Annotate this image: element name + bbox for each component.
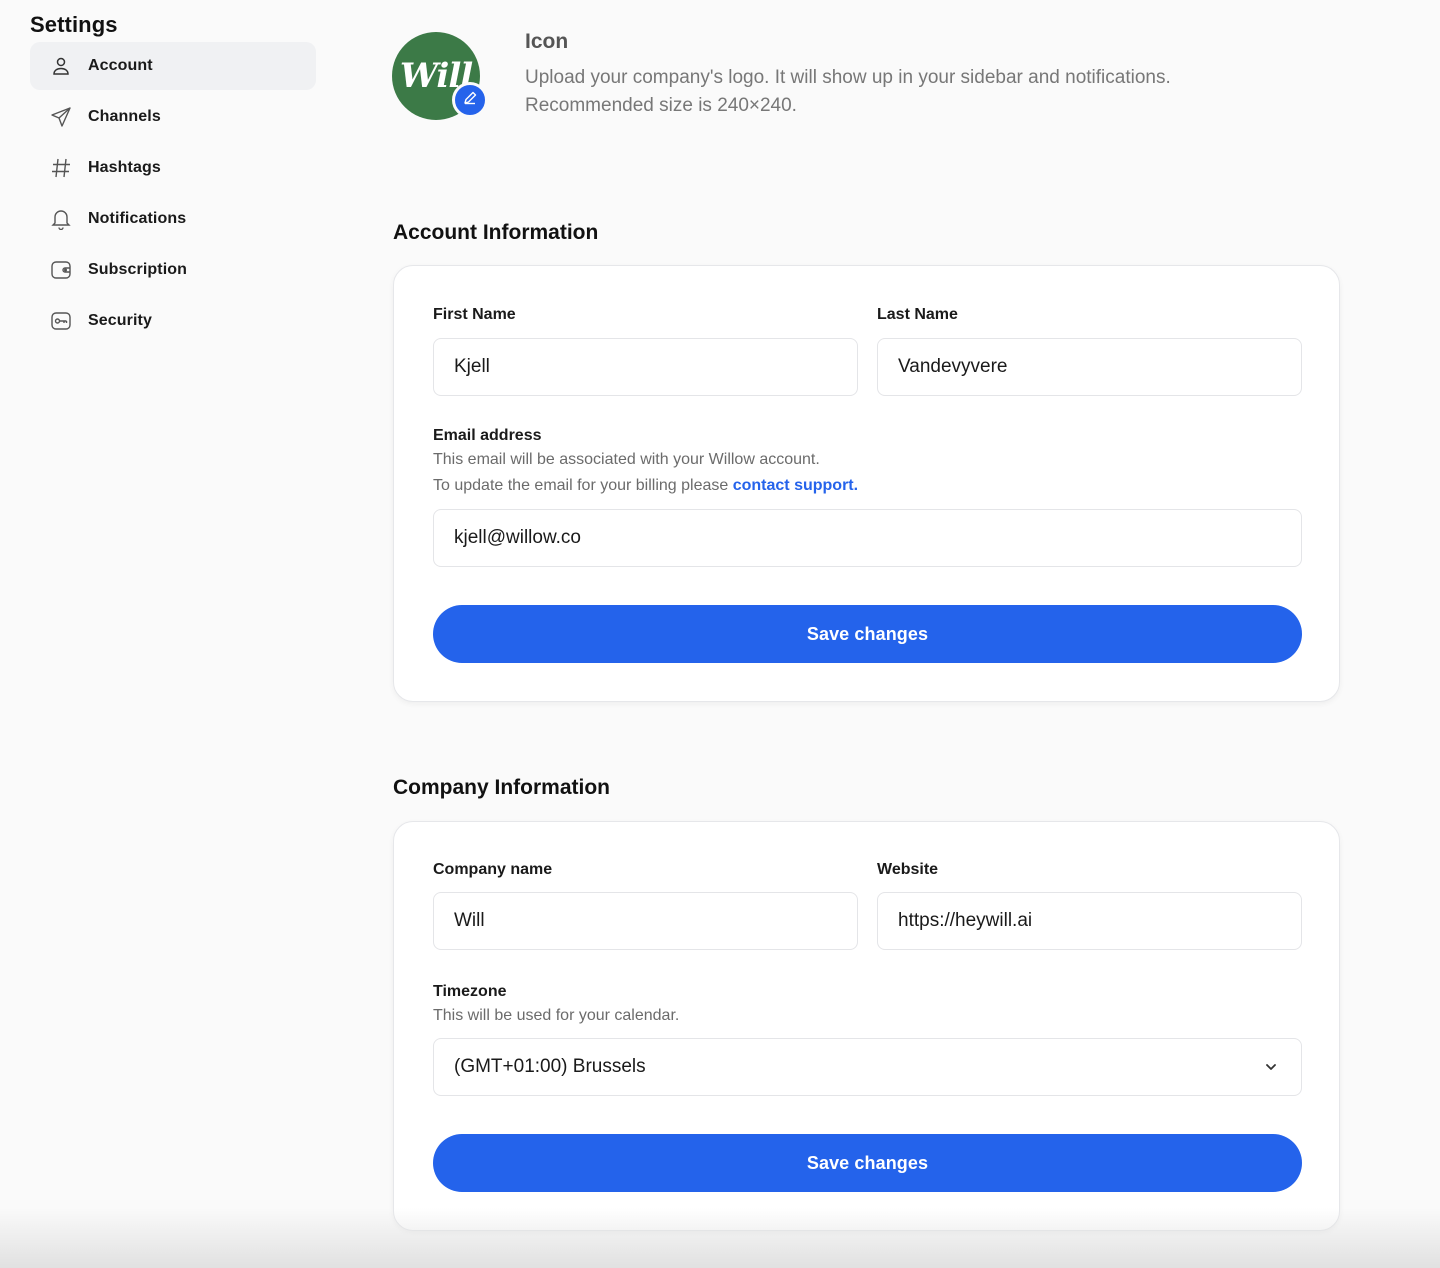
company-logo-uploader[interactable]: Will bbox=[392, 32, 488, 120]
hash-icon bbox=[50, 157, 72, 179]
edit-logo-button[interactable] bbox=[452, 82, 488, 118]
account-card: First Name Kjell Last Name Vandevyvere E… bbox=[393, 265, 1340, 702]
wallet-icon bbox=[50, 259, 72, 281]
company-name-input[interactable]: Will bbox=[433, 892, 858, 950]
sidebar-item-account[interactable]: Account bbox=[30, 42, 316, 90]
sidebar-item-hashtags[interactable]: Hashtags bbox=[30, 144, 316, 192]
sidebar-item-security[interactable]: Security bbox=[30, 297, 316, 345]
sidebar-item-label: Channels bbox=[88, 108, 161, 125]
email-input[interactable]: kjell@willow.co bbox=[433, 509, 1302, 567]
first-name-input[interactable]: Kjell bbox=[433, 338, 858, 396]
user-icon bbox=[50, 55, 72, 77]
email-help-line-2-text: To update the email for your billing ple… bbox=[433, 477, 733, 494]
email-label: Email address bbox=[433, 427, 542, 444]
pencil-icon bbox=[462, 90, 478, 111]
company-name-label: Company name bbox=[433, 861, 553, 878]
timezone-select[interactable]: (GMT+01:00) Brussels bbox=[433, 1038, 1302, 1096]
sidebar-title: Settings bbox=[30, 12, 118, 37]
sidebar-item-label: Notifications bbox=[88, 210, 187, 227]
sidebar-item-notifications[interactable]: Notifications bbox=[30, 195, 316, 243]
sidebar-item-label: Subscription bbox=[88, 261, 187, 278]
timezone-help-text: This will be used for your calendar. bbox=[433, 1007, 680, 1024]
bell-icon bbox=[50, 208, 72, 230]
website-input[interactable]: https://heywill.ai bbox=[877, 892, 1302, 950]
chevron-down-icon bbox=[1263, 1059, 1279, 1075]
company-card: Company name Will Website https://heywil… bbox=[393, 821, 1340, 1231]
company-section-title: Company Information bbox=[393, 776, 611, 799]
contact-support-link[interactable]: contact support. bbox=[733, 477, 858, 494]
icon-description: Upload your company's logo. It will show… bbox=[525, 67, 1171, 116]
email-help-line-1: This email will be associated with your … bbox=[433, 451, 820, 468]
send-icon bbox=[50, 106, 72, 128]
email-help-text: This email will be associated with your … bbox=[433, 447, 858, 499]
sidebar-item-label: Account bbox=[88, 57, 153, 74]
first-name-label: First Name bbox=[433, 306, 516, 323]
timezone-label: Timezone bbox=[433, 983, 507, 1000]
save-company-button[interactable]: Save changes bbox=[433, 1134, 1302, 1192]
sidebar-item-subscription[interactable]: Subscription bbox=[30, 246, 316, 294]
account-section-title: Account Information bbox=[393, 221, 599, 244]
sidebar-item-label: Hashtags bbox=[88, 159, 161, 176]
key-icon bbox=[50, 310, 72, 332]
last-name-label: Last Name bbox=[877, 306, 958, 323]
settings-sidebar: Settings Account Channels Hashtags Notif… bbox=[30, 12, 316, 348]
save-account-button[interactable]: Save changes bbox=[433, 605, 1302, 663]
last-name-input[interactable]: Vandevyvere bbox=[877, 338, 1302, 396]
website-label: Website bbox=[877, 861, 939, 878]
timezone-selected-value: (GMT+01:00) Brussels bbox=[454, 1056, 646, 1077]
sidebar-item-channels[interactable]: Channels bbox=[30, 93, 316, 141]
sidebar-item-label: Security bbox=[88, 312, 152, 329]
email-help-line-2: To update the email for your billing ple… bbox=[433, 473, 858, 499]
icon-heading: Icon bbox=[525, 30, 569, 53]
